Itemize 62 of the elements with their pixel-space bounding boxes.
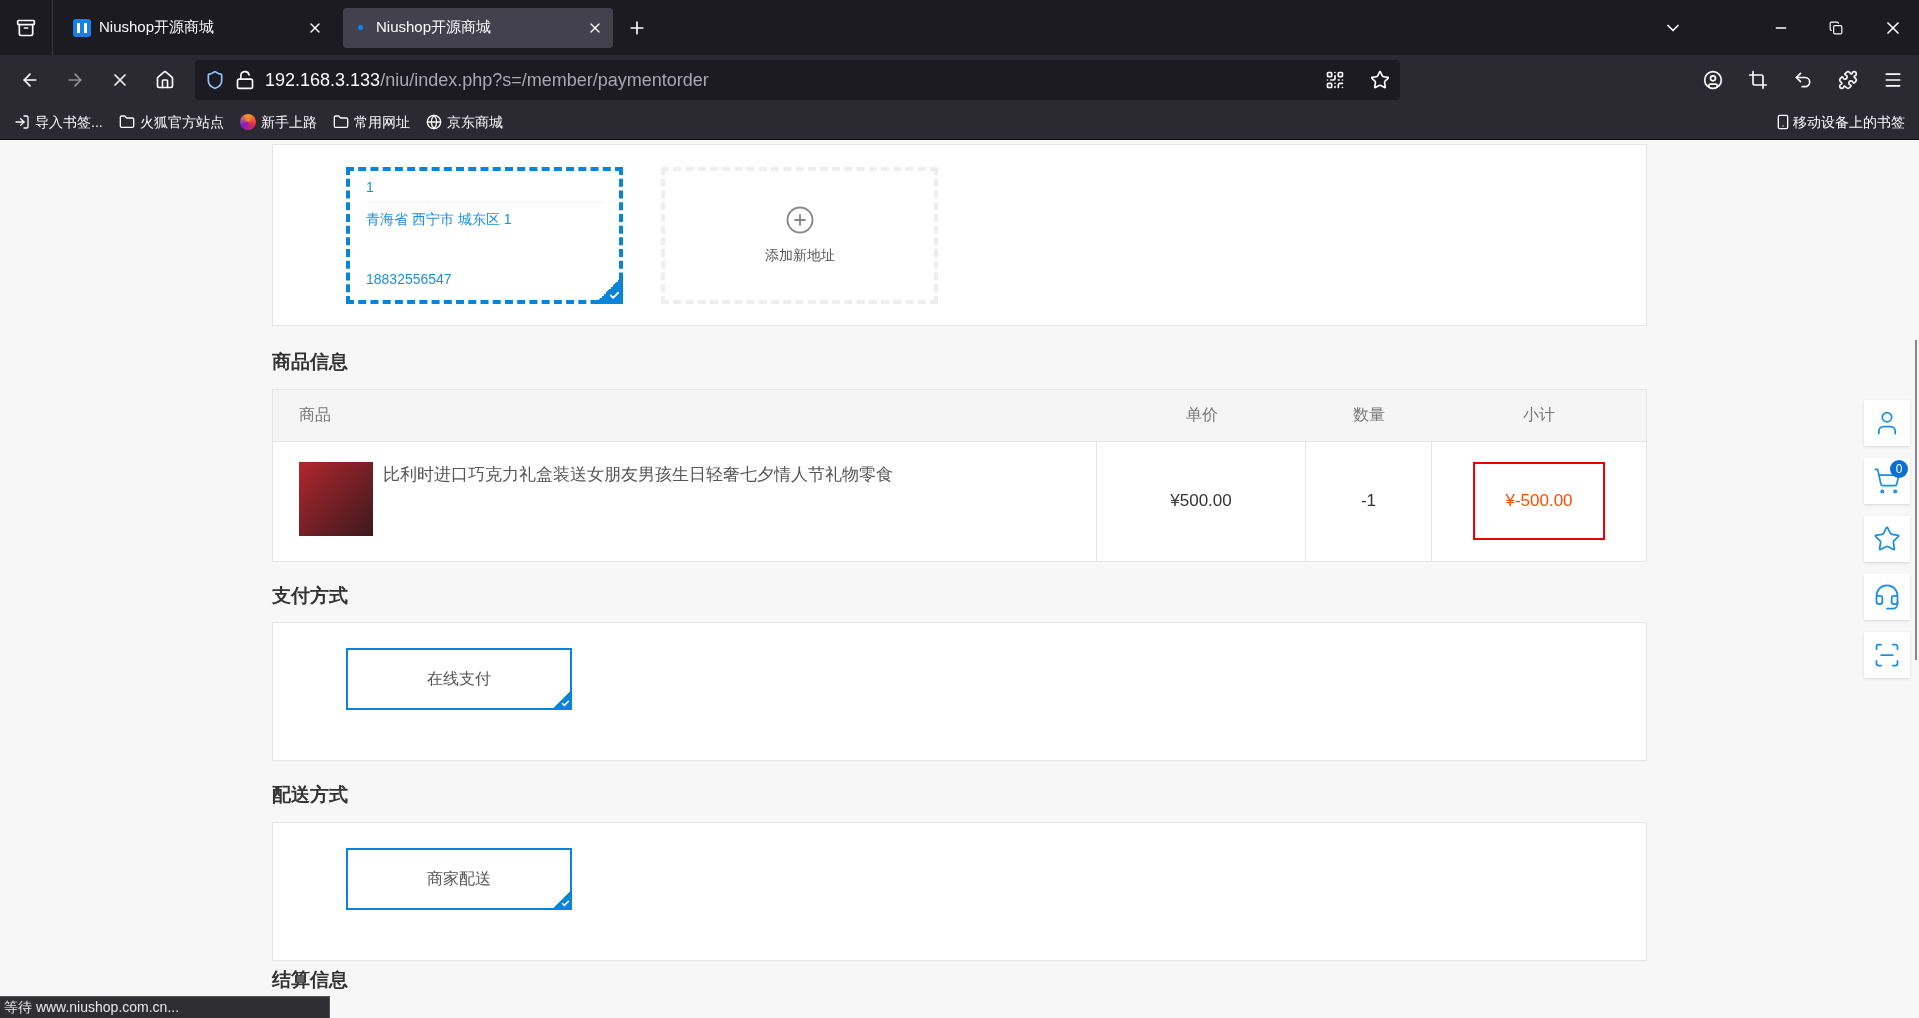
address-text: 青海省 西宁市 城东区 1 xyxy=(366,210,513,229)
bookmark-item[interactable]: 京东商城 xyxy=(425,111,503,133)
headset-icon xyxy=(1873,583,1901,611)
shield-icon[interactable] xyxy=(205,70,225,90)
column-header: 单价 xyxy=(1184,405,1219,425)
section-title: 结算信息 xyxy=(272,968,349,991)
star-icon xyxy=(1873,525,1901,553)
table-cell-text: ¥500.00 xyxy=(1170,490,1232,513)
browser-logo-icon xyxy=(239,114,256,130)
restore-icon[interactable] xyxy=(1829,20,1843,35)
column-header: 小计 xyxy=(1522,405,1556,425)
sidebar-button[interactable] xyxy=(1864,574,1910,620)
bookmark-item[interactable]: 导入书签... xyxy=(14,111,103,133)
folder-icon xyxy=(332,114,349,130)
star-icon[interactable] xyxy=(1370,70,1390,90)
status-text: 等待 www.niushop.com.cn... xyxy=(0,996,330,1018)
sidebar-button[interactable] xyxy=(1864,632,1910,678)
globe-icon xyxy=(425,114,442,130)
undo-arrow-icon[interactable] xyxy=(1793,70,1813,90)
table-cell-text: -1 xyxy=(1360,490,1377,513)
bookmark-item[interactable]: 常用网址 xyxy=(332,111,410,133)
tab-title: Niushop开源商城 xyxy=(99,17,216,38)
add-icon xyxy=(784,205,815,235)
site-favicon-icon xyxy=(73,18,91,37)
column-header: 商品 xyxy=(298,405,332,425)
browser-tab[interactable]: Niushop开源商城 xyxy=(343,7,613,48)
folder-icon xyxy=(118,114,135,130)
subtotal-value: ¥-500.00 xyxy=(1473,462,1605,540)
phone-number: 18832556547 xyxy=(366,270,453,289)
option-button[interactable]: 在线支付 xyxy=(346,648,572,710)
add-address-label: 添加新地址 xyxy=(764,246,835,265)
sidebar-button[interactable] xyxy=(1864,516,1910,562)
url-text: 192.168.3.133/niu/index.php?s=/member/paymentorder xyxy=(265,68,710,92)
home-icon[interactable] xyxy=(155,70,175,90)
bookmark-item[interactable]: 火狐官方站点 xyxy=(118,111,224,133)
tab-list-icon[interactable] xyxy=(16,17,36,38)
browser-tab[interactable]: Niushop开源商城 xyxy=(63,7,333,48)
scan-icon xyxy=(1873,641,1901,669)
recipient-name: 1 xyxy=(366,177,603,203)
sidebar-button[interactable] xyxy=(1864,400,1910,446)
product-name[interactable]: 比利时进口巧克力礼盒装送女朋友男孩生日轻奢七夕情人节礼物零食 xyxy=(383,461,893,487)
import-icon xyxy=(14,114,30,130)
lock-icon[interactable] xyxy=(235,70,255,90)
sidebar-button[interactable]: 0 xyxy=(1864,458,1910,504)
address-bar[interactable]: 192.168.3.133/niu/index.php?s=/member/paymentorder xyxy=(195,60,1400,100)
section-title: 配送方式 xyxy=(272,783,349,807)
section-title: 支付方式 xyxy=(272,583,349,608)
option-button[interactable]: 商家配送 xyxy=(346,847,572,910)
phone-icon xyxy=(1775,114,1791,130)
qr-code-icon[interactable] xyxy=(1325,70,1345,90)
bookmark-item[interactable]: 移动设备上的书签 xyxy=(1775,111,1905,133)
bookmark-item[interactable]: 新手上路 xyxy=(239,111,317,133)
cart-count-badge: 0 xyxy=(1890,460,1908,478)
menu-icon[interactable] xyxy=(1883,70,1903,90)
add-address-card[interactable]: 添加新地址 xyxy=(661,167,938,304)
address-card[interactable]: 1 青海省 西宁市 城东区 1 18832556547 xyxy=(346,167,623,304)
tab-title: Niushop开源商城 xyxy=(376,17,493,38)
section-title: 商品信息 xyxy=(272,350,349,374)
column-header: 数量 xyxy=(1352,405,1386,425)
crop-icon[interactable] xyxy=(1748,70,1768,90)
account-icon[interactable] xyxy=(1703,70,1723,90)
puzzle-icon[interactable] xyxy=(1838,70,1858,90)
